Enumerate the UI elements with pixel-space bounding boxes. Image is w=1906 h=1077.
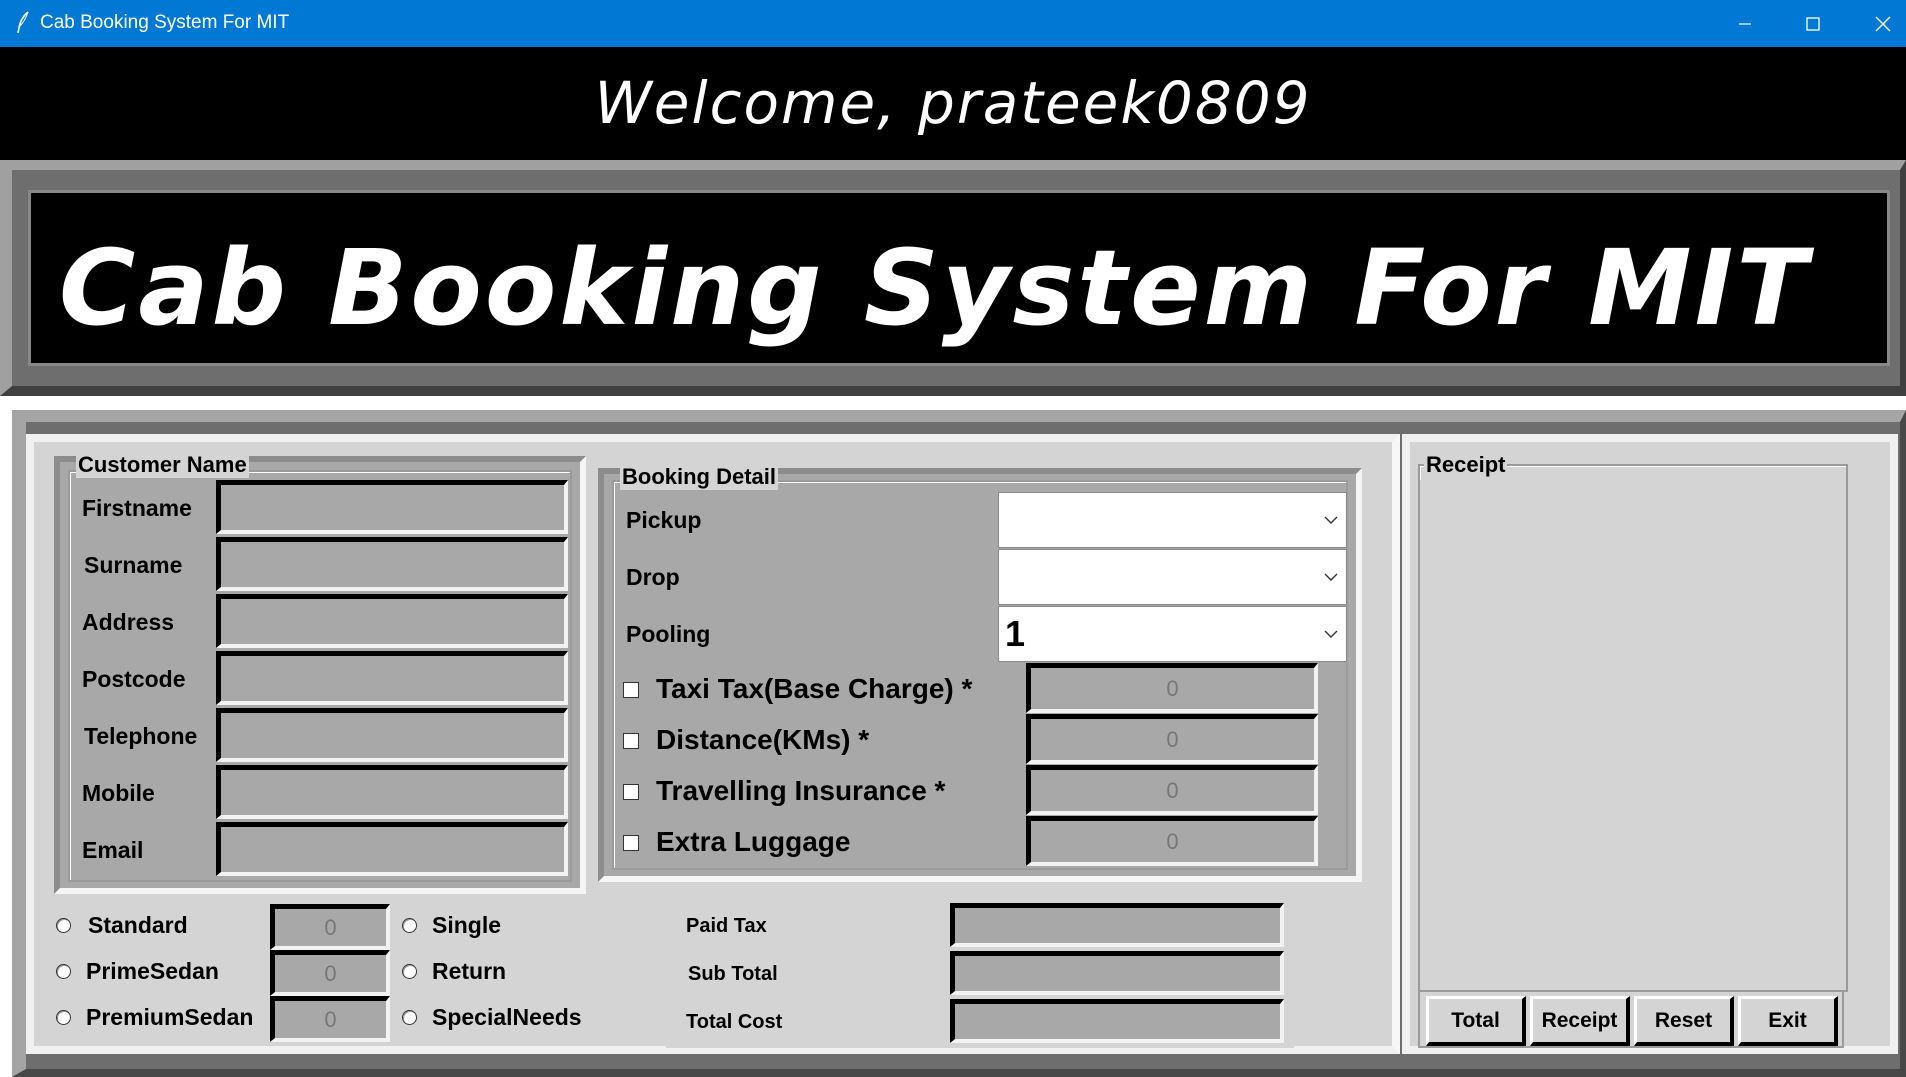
return-label: Return xyxy=(432,958,507,984)
taxi-tax-label: Taxi Tax(Base Charge) * xyxy=(656,673,973,704)
reset-button[interactable]: Reset xyxy=(1634,996,1734,1046)
primesedan-radio[interactable] xyxy=(56,964,71,979)
total-cost-label: Total Cost xyxy=(686,1011,783,1033)
taxi-tax-input[interactable] xyxy=(1026,663,1318,713)
return-radio[interactable] xyxy=(402,964,417,979)
postcode-label: Postcode xyxy=(82,666,186,692)
minimize-icon xyxy=(1739,22,1751,25)
pooling-value: 1 xyxy=(1005,613,1026,654)
luggage-label: Extra Luggage xyxy=(656,826,851,857)
premiumsedan-input[interactable] xyxy=(270,996,390,1042)
taxi-tax-checkbox[interactable] xyxy=(623,682,639,698)
email-label: Email xyxy=(82,837,144,863)
receipt-legend: Receipt xyxy=(1424,452,1508,478)
drop-combobox[interactable] xyxy=(998,549,1347,605)
pickup-combobox[interactable] xyxy=(998,492,1347,548)
specialneeds-radio[interactable] xyxy=(402,1010,417,1025)
paid-tax-label: Paid Tax xyxy=(686,915,767,937)
welcome-label: Welcome, prateek0809 xyxy=(0,47,1906,160)
surname-input[interactable] xyxy=(216,537,568,591)
primesedan-input[interactable] xyxy=(270,950,390,996)
window-title: Cab Booking System For MIT xyxy=(40,12,290,33)
sub-total-label: Sub Total xyxy=(688,963,778,985)
distance-input[interactable] xyxy=(1026,714,1318,764)
receipt-button[interactable]: Receipt xyxy=(1530,996,1630,1046)
email-input[interactable] xyxy=(216,822,568,876)
customer-legend: Customer Name xyxy=(76,452,249,478)
insurance-input[interactable] xyxy=(1026,765,1318,815)
banner-title: Cab Booking System For MIT xyxy=(59,227,1811,349)
luggage-input[interactable] xyxy=(1026,816,1318,866)
insurance-checkbox[interactable] xyxy=(623,784,639,800)
specialneeds-label: SpecialNeeds xyxy=(432,1004,582,1030)
close-icon xyxy=(1875,16,1891,31)
insurance-label: Travelling Insurance * xyxy=(656,775,946,806)
chevron-down-icon[interactable] xyxy=(1316,573,1346,581)
distance-checkbox[interactable] xyxy=(623,733,639,749)
close-button[interactable] xyxy=(1848,0,1906,47)
single-radio[interactable] xyxy=(402,918,417,933)
address-label: Address xyxy=(82,609,175,635)
firstname-label: Firstname xyxy=(82,495,192,521)
standard-input[interactable] xyxy=(270,904,390,950)
exit-button[interactable]: Exit xyxy=(1738,996,1838,1046)
firstname-input[interactable] xyxy=(216,480,568,534)
app-feather-icon xyxy=(17,11,29,34)
postcode-input[interactable] xyxy=(216,651,568,705)
total-cost-input[interactable] xyxy=(950,999,1284,1043)
mobile-input[interactable] xyxy=(216,765,568,819)
paid-tax-input[interactable] xyxy=(950,903,1284,947)
pooling-combobox[interactable]: 1 xyxy=(998,606,1347,662)
window-titlebar: Cab Booking System For MIT xyxy=(0,0,1906,47)
luggage-checkbox[interactable] xyxy=(623,835,639,851)
maximize-icon xyxy=(1806,16,1820,31)
drop-label: Drop xyxy=(626,564,680,590)
maximize-button[interactable] xyxy=(1778,0,1848,47)
distance-label: Distance(KMs) * xyxy=(656,724,870,755)
telephone-label: Telephone xyxy=(84,723,198,749)
title-banner: Cab Booking System For MIT xyxy=(28,190,1890,366)
standard-radio[interactable] xyxy=(56,918,71,933)
mobile-label: Mobile xyxy=(82,780,155,806)
total-button[interactable]: Total xyxy=(1426,996,1526,1046)
sub-total-input[interactable] xyxy=(950,951,1284,995)
primesedan-label: PrimeSedan xyxy=(86,958,219,984)
booking-legend: Booking Detail xyxy=(620,464,779,490)
single-label: Single xyxy=(432,912,502,938)
chevron-down-icon[interactable] xyxy=(1316,516,1346,524)
surname-label: Surname xyxy=(84,552,183,578)
premiumsedan-radio[interactable] xyxy=(56,1010,71,1025)
receipt-text-area[interactable] xyxy=(1420,480,1846,990)
premiumsedan-label: PremiumSedan xyxy=(86,1004,254,1030)
minimize-button[interactable] xyxy=(1710,0,1780,47)
chevron-down-icon[interactable] xyxy=(1316,630,1346,638)
telephone-input[interactable] xyxy=(216,708,568,762)
address-input[interactable] xyxy=(216,594,568,648)
standard-label: Standard xyxy=(88,912,188,938)
pickup-label: Pickup xyxy=(626,507,702,533)
pooling-label: Pooling xyxy=(626,621,711,647)
